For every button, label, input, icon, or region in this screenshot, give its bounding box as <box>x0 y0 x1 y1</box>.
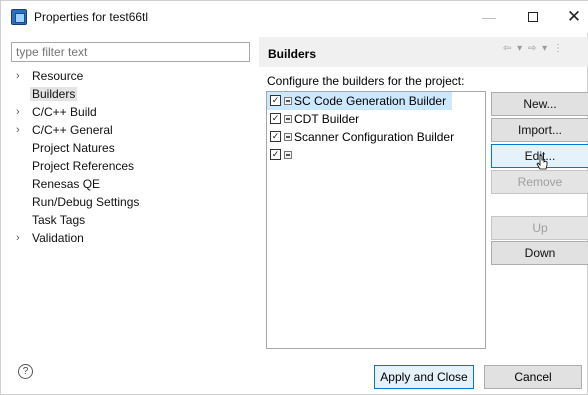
builder-label: Scanner Configuration Builder <box>294 130 455 144</box>
tree-item-label: Task Tags <box>32 213 86 227</box>
builder-row[interactable]: ✓ <box>267 146 485 164</box>
builder-checkbox[interactable]: ✓ <box>270 95 281 106</box>
builder-row[interactable]: ✓ CDT Builder <box>267 110 485 128</box>
builder-label: SC Code Generation Builder <box>294 94 447 108</box>
builder-row[interactable]: ✓ SC Code Generation Builder <box>267 92 452 110</box>
tree-item[interactable]: › Validation <box>11 229 251 247</box>
builder-label: CDT Builder <box>294 112 360 126</box>
tree-item[interactable]: Project Natures <box>11 139 251 157</box>
new-button[interactable]: New... <box>491 92 588 116</box>
tree-item[interactable]: Run/Debug Settings <box>11 193 251 211</box>
builder-checkbox[interactable]: ✓ <box>270 131 281 142</box>
tree-item[interactable]: Renesas QE <box>11 175 251 193</box>
properties-dialog: Properties for test66tl — ✕ › Resource Bui… <box>0 0 588 395</box>
tree-item-label: Builders <box>30 87 78 101</box>
chevron-right-icon[interactable]: › <box>16 67 20 85</box>
tree-item-label: Project References <box>32 159 135 173</box>
filter-input[interactable] <box>11 42 250 62</box>
chevron-right-icon[interactable]: › <box>16 121 20 139</box>
minimize-icon: — <box>482 9 496 25</box>
more-options-icon[interactable]: ⋮ <box>553 43 563 54</box>
tree-item[interactable]: › C/C++ Build <box>11 103 251 121</box>
window-title: Properties for test66tl <box>34 10 149 24</box>
tree-item[interactable]: Task Tags <box>11 211 251 229</box>
panel-header: Builders ⇦ ▾ ⇨ ▾ ⋮ <box>259 37 588 67</box>
mouse-cursor-icon <box>536 154 548 170</box>
builder-icon <box>284 133 292 141</box>
chevron-right-icon[interactable]: › <box>16 229 20 247</box>
maximize-button[interactable] <box>511 1 555 33</box>
forward-menu-icon[interactable]: ▾ <box>542 43 547 54</box>
page-navigation: ⇦ ▾ ⇨ ▾ ⋮ <box>503 43 566 54</box>
tree-item-label: Run/Debug Settings <box>32 195 140 209</box>
tree-item[interactable]: Builders <box>11 85 251 103</box>
page-title: Builders <box>268 47 317 61</box>
down-button[interactable]: Down <box>491 241 588 265</box>
close-button[interactable]: ✕ <box>552 1 588 33</box>
tree-item-label: Validation <box>32 231 84 245</box>
back-menu-icon[interactable]: ▾ <box>517 43 522 54</box>
app-icon <box>11 9 27 25</box>
remove-button[interactable]: Remove <box>491 170 588 194</box>
chevron-right-icon[interactable]: › <box>16 103 20 121</box>
apply-and-close-button[interactable]: Apply and Close <box>374 365 474 389</box>
builders-description: Configure the builders for the project: <box>267 74 465 88</box>
help-icon[interactable]: ? <box>18 364 33 379</box>
back-arrow-icon[interactable]: ⇦ <box>503 43 511 54</box>
up-button[interactable]: Up <box>491 216 588 240</box>
builders-list[interactable]: ✓ SC Code Generation Builder ✓ CDT Builder ✓… <box>266 91 486 349</box>
cancel-button[interactable]: Cancel <box>484 365 582 389</box>
builder-icon <box>284 97 292 105</box>
import-button[interactable]: Import... <box>491 118 588 142</box>
tree-item-label: C/C++ Build <box>32 105 97 119</box>
builder-icon <box>284 151 292 159</box>
tree-item-label: Renesas QE <box>32 177 101 191</box>
builder-icon <box>284 115 292 123</box>
forward-arrow-icon[interactable]: ⇨ <box>528 43 536 54</box>
tree-item[interactable]: › C/C++ General <box>11 121 251 139</box>
property-page-tree: › Resource Builders › C/C++ Build › C/C++ Gene… <box>11 67 251 247</box>
tree-item[interactable]: › Resource <box>11 67 251 85</box>
title-bar: Properties for test66tl — ✕ <box>1 1 588 33</box>
minimize-button[interactable]: — <box>467 1 511 33</box>
builder-checkbox[interactable]: ✓ <box>270 149 281 160</box>
tree-item-label: Project Natures <box>32 141 115 155</box>
tree-item[interactable]: Project References <box>11 157 251 175</box>
tree-item-label: C/C++ General <box>32 123 113 137</box>
tree-item-label: Resource <box>32 69 84 83</box>
maximize-icon <box>528 12 538 22</box>
builder-checkbox[interactable]: ✓ <box>270 113 281 124</box>
builder-row[interactable]: ✓ Scanner Configuration Builder <box>267 128 485 146</box>
close-icon: ✕ <box>566 7 582 26</box>
